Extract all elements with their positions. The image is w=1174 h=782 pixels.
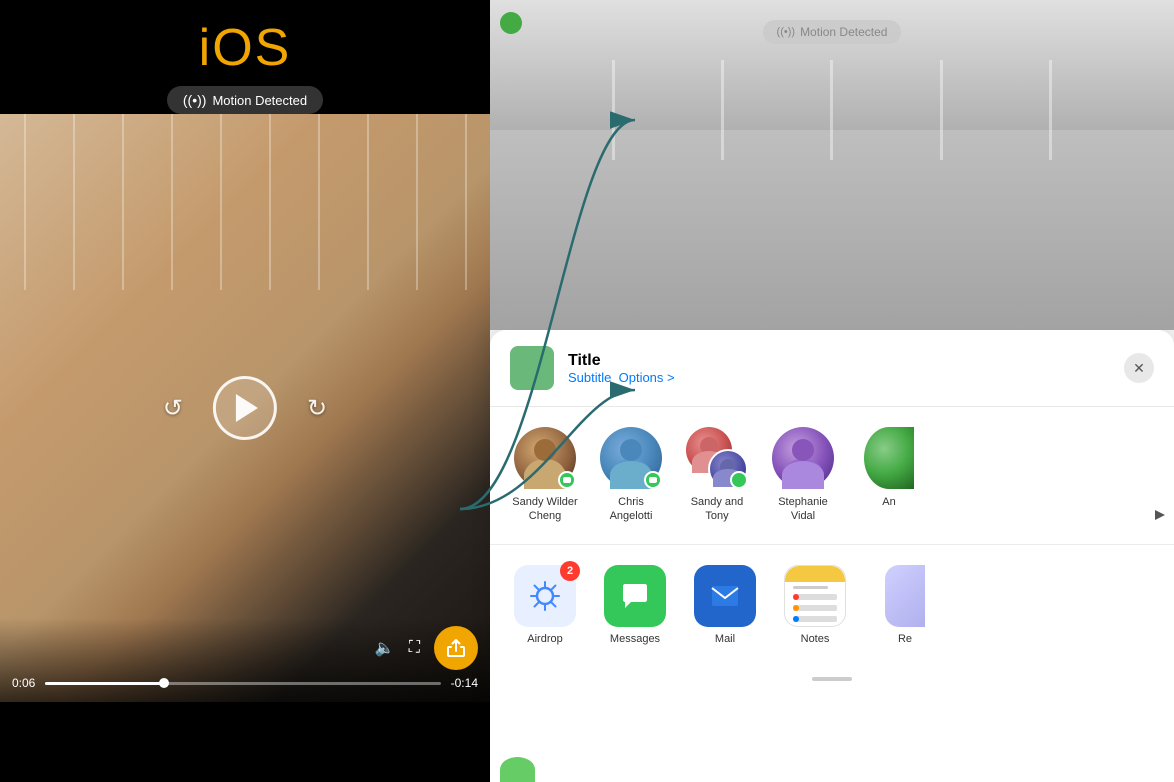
- contact-item[interactable]: Sandy andTony: [682, 427, 752, 524]
- share-title-group: Title Subtitle Options >: [568, 352, 1110, 385]
- progress-fill: [45, 682, 164, 685]
- notes-header: [785, 566, 845, 582]
- ios-video-panel: iOS ((•)) Motion Detected ↺ ↻ 🔈 ⛶: [0, 0, 490, 782]
- video-area: ↺ ↻ 🔈 ⛶ 0:06: [0, 114, 490, 702]
- app-label: Re: [898, 633, 912, 645]
- app-item[interactable]: 2 Airdrop: [510, 565, 580, 645]
- contact-item[interactable]: An: [854, 427, 924, 524]
- rewind-button[interactable]: ↺: [163, 394, 183, 423]
- video-controls: ↺ ↻: [163, 376, 327, 440]
- notes-lines: [785, 582, 845, 626]
- remaining-time: -0:14: [451, 676, 478, 690]
- message-badge: [730, 471, 748, 489]
- share-sheet: Title Subtitle Options > ✕ Sandy: [490, 330, 1174, 782]
- preview-motion-badge: ((•)) Motion Detected: [763, 20, 902, 44]
- options-link[interactable]: Options >: [619, 370, 675, 385]
- progress-row: 0:06 -0:14: [12, 676, 478, 690]
- contact-name: An: [882, 495, 895, 509]
- progress-bar[interactable]: [45, 682, 440, 685]
- control-row: 🔈 ⛶: [12, 626, 478, 670]
- progress-dot: [159, 678, 169, 688]
- share-title: Title: [568, 352, 1110, 370]
- app-label: Airdrop: [527, 633, 562, 645]
- crib-lines: [0, 114, 490, 290]
- contact-name: ChrisAngelotti: [610, 495, 653, 524]
- app-item[interactable]: Re: [870, 565, 940, 645]
- volume-icon[interactable]: 🔈: [375, 638, 395, 658]
- share-button[interactable]: [434, 626, 478, 670]
- app-item[interactable]: Mail: [690, 565, 760, 645]
- message-badge: [558, 471, 576, 489]
- motion-detected-badge: ((•)) Motion Detected: [167, 86, 323, 114]
- bottom-controls: 🔈 ⛶ 0:06 -0:14: [0, 618, 490, 702]
- forward-button[interactable]: ↻: [307, 394, 327, 423]
- current-time: 0:06: [12, 676, 35, 690]
- app-item[interactable]: Messages: [600, 565, 670, 645]
- contact-avatar: [864, 427, 914, 489]
- contact-item[interactable]: StephanieVidal: [768, 427, 838, 524]
- notes-inner: [785, 566, 845, 626]
- contact-name: Sandy WilderCheng: [512, 495, 577, 524]
- close-button[interactable]: ✕: [1124, 353, 1154, 383]
- app-label: Mail: [715, 633, 735, 645]
- ios-share-panel: ((•)) Motion Detected Title Subtitle Opt…: [490, 0, 1174, 782]
- notes-icon: [784, 565, 846, 627]
- app-item[interactable]: Notes: [780, 565, 850, 645]
- ios-label: iOS: [199, 18, 292, 78]
- share-header: Title Subtitle Options > ✕: [490, 330, 1174, 407]
- contact-avatar: [772, 427, 834, 489]
- messages-icon: [604, 565, 666, 627]
- badge-count: 2: [560, 561, 580, 581]
- bottom-handle-area: [490, 665, 1174, 693]
- share-subtitle: Subtitle Options >: [568, 370, 1110, 385]
- message-badge: [644, 471, 662, 489]
- wifi-icon: ((•)): [183, 92, 207, 108]
- fullscreen-icon[interactable]: ⛶: [409, 639, 420, 657]
- share-thumbnail: [510, 346, 554, 390]
- contact-item[interactable]: ChrisAngelotti: [596, 427, 666, 524]
- contacts-row: Sandy WilderCheng ChrisAngelotti: [490, 407, 1174, 545]
- contact-item[interactable]: Sandy WilderCheng: [510, 427, 580, 524]
- app-label: Messages: [610, 633, 660, 645]
- contact-name: StephanieVidal: [778, 495, 828, 524]
- bottom-handle: [812, 677, 852, 681]
- preview-wifi-icon: ((•)): [777, 26, 796, 38]
- play-button[interactable]: [213, 376, 277, 440]
- mail-icon: [694, 565, 756, 627]
- airdrop-icon: 2: [514, 565, 576, 627]
- apps-row: 2 Airdrop Messages: [490, 545, 1174, 665]
- app-label: Notes: [801, 633, 830, 645]
- partial-app-icon: [885, 565, 925, 627]
- contact-name: Sandy andTony: [691, 495, 744, 524]
- video-preview: ((•)) Motion Detected: [490, 0, 1174, 330]
